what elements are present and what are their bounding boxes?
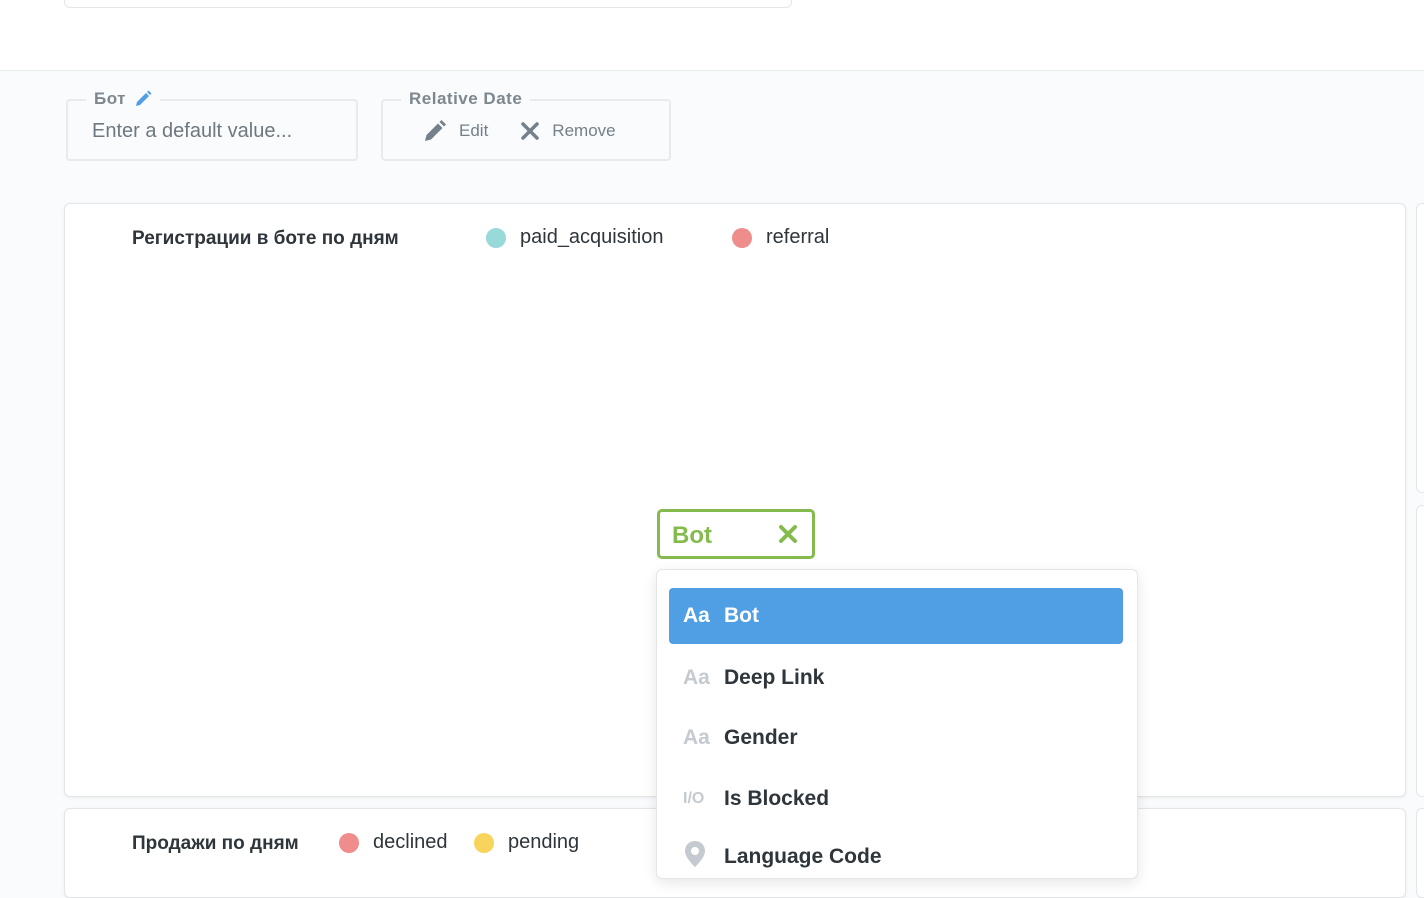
close-icon <box>521 122 540 140</box>
boolean-type-icon: I/O <box>683 790 705 807</box>
legend-item: paid_acquisition <box>486 226 663 249</box>
parameter-widget-relative-date[interactable]: Relative Date Edit Remove <box>381 89 671 161</box>
remove-button[interactable]: Remove <box>520 121 616 141</box>
column-picker-dropdown: Aa Bot Aa Deep Link Aa Gender I/O Is Blo… <box>656 569 1138 879</box>
dropdown-option-bot[interactable]: Aa Bot <box>669 588 1123 644</box>
mapping-tag-label: Bot <box>672 522 712 549</box>
legend-dot <box>732 227 752 248</box>
option-label: Is Blocked <box>724 787 830 810</box>
legend-label: declined <box>373 831 448 853</box>
text-type-icon: Aa <box>683 604 710 627</box>
dropdown-option-is-blocked[interactable]: I/O Is Blocked <box>669 771 1123 827</box>
header-input-field[interactable] <box>64 0 792 8</box>
edit-button[interactable]: Edit <box>423 119 488 143</box>
legend-label: pending <box>508 831 580 853</box>
parameter-name: Бот <box>86 89 161 109</box>
edit-label: Edit <box>459 121 489 140</box>
remove-label: Remove <box>552 121 616 140</box>
default-value-input[interactable]: Enter a default value... <box>92 120 292 143</box>
dashboard-card-edge[interactable] <box>1416 203 1424 493</box>
option-label: Deep Link <box>724 666 825 689</box>
legend-item: pending <box>474 831 579 854</box>
card-title: Регистрации в боте по дням <box>132 228 399 249</box>
legend-dot <box>486 227 506 248</box>
legend-label: paid_acquisition <box>520 226 664 248</box>
legend-item: referral <box>732 226 829 249</box>
parameter-name: Relative Date <box>401 89 531 109</box>
parameter-widget-bot[interactable]: Бот Enter a default value... <box>66 89 358 161</box>
option-label: Gender <box>724 726 798 749</box>
dashboard-card-edge[interactable] <box>1416 505 1424 797</box>
legend-dot <box>339 832 359 853</box>
card-title: Продажи по дням <box>132 833 299 854</box>
dashboard-header <box>0 0 1424 71</box>
close-icon[interactable] <box>778 524 798 544</box>
legend-dot <box>474 832 494 853</box>
dropdown-option-language-code[interactable]: Language Code <box>669 829 1123 878</box>
pencil-icon <box>425 120 446 141</box>
dropdown-option-gender[interactable]: Aa Gender <box>669 710 1123 766</box>
legend-label: referral <box>766 226 830 248</box>
dropdown-option-deep-link[interactable]: Aa Deep Link <box>669 650 1123 706</box>
parameter-name-text: Бот <box>94 89 127 108</box>
text-type-icon: Aa <box>683 726 710 749</box>
text-type-icon: Aa <box>683 666 710 689</box>
pencil-icon[interactable] <box>134 90 152 108</box>
dashboard-card-edge[interactable] <box>1416 808 1424 898</box>
location-pin-icon <box>683 840 717 874</box>
option-label: Language Code <box>724 845 882 868</box>
parameter-mapping-tag[interactable]: Bot <box>657 509 815 559</box>
legend-item: declined <box>339 831 448 854</box>
option-label: Bot <box>724 604 759 627</box>
